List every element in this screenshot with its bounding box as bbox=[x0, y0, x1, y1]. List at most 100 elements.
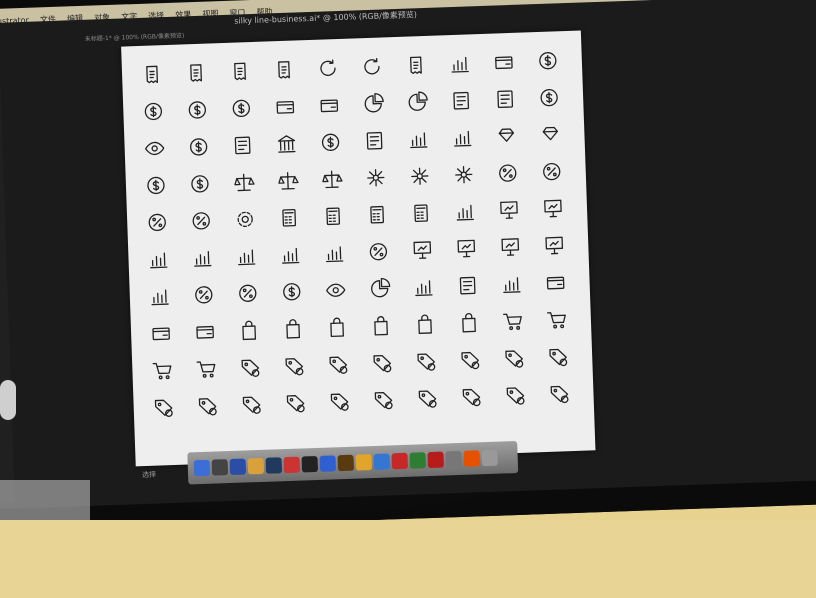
card-remove-2-icon[interactable] bbox=[182, 312, 227, 351]
photoshop-icon[interactable] bbox=[265, 457, 283, 474]
bars-line-icon[interactable] bbox=[312, 233, 357, 272]
refresh-icon[interactable] bbox=[305, 49, 350, 88]
launchpad-icon[interactable] bbox=[211, 459, 229, 476]
tag-lock-icon[interactable] bbox=[405, 378, 450, 417]
finder-icon[interactable] bbox=[193, 459, 211, 477]
terminal-icon[interactable] bbox=[301, 455, 319, 473]
yen-coins-icon[interactable] bbox=[219, 89, 264, 128]
bars-dashed-icon[interactable] bbox=[401, 267, 446, 306]
tag-minus-icon[interactable] bbox=[449, 377, 494, 416]
cards-icon[interactable] bbox=[481, 42, 526, 81]
chrome-2-icon[interactable] bbox=[409, 452, 426, 469]
idea-dollar-icon[interactable] bbox=[177, 164, 222, 203]
menu-item-object[interactable]: 对象 bbox=[94, 12, 110, 24]
bank-icon[interactable] bbox=[264, 124, 309, 163]
hand-diamond-icon[interactable] bbox=[528, 115, 573, 154]
cart-remove-icon[interactable] bbox=[140, 351, 185, 390]
trash-icon[interactable] bbox=[481, 449, 498, 467]
dollar-coin-icon[interactable] bbox=[308, 123, 353, 162]
table-chart-icon[interactable] bbox=[180, 238, 225, 277]
bag-minus-icon[interactable] bbox=[270, 309, 315, 348]
card-remove-icon[interactable] bbox=[533, 263, 578, 302]
chart-dashed-icon[interactable] bbox=[489, 264, 534, 303]
network-user-icon[interactable] bbox=[397, 156, 442, 195]
tag-warning-icon[interactable] bbox=[536, 337, 581, 376]
network-icon[interactable] bbox=[353, 158, 398, 197]
tag-refresh-icon[interactable] bbox=[141, 388, 186, 427]
firefox-icon[interactable] bbox=[463, 450, 480, 467]
tag-star-icon[interactable] bbox=[229, 384, 274, 423]
bag-x-icon[interactable] bbox=[358, 306, 403, 345]
percent-circle-icon[interactable] bbox=[529, 152, 574, 191]
cart-icon[interactable] bbox=[490, 301, 535, 340]
bag-plus-icon[interactable] bbox=[314, 307, 359, 346]
scales-icon[interactable] bbox=[221, 163, 266, 202]
menu-item-effect[interactable]: 效果 bbox=[175, 9, 191, 21]
menu-item-illustrator[interactable]: Illustrator bbox=[0, 16, 29, 26]
bag-download-icon[interactable] bbox=[446, 303, 491, 342]
presentation-org-icon[interactable] bbox=[530, 189, 575, 228]
pinwheel-icon[interactable] bbox=[373, 453, 391, 470]
line-chart-icon[interactable] bbox=[437, 44, 482, 83]
euro-receipt-icon[interactable] bbox=[173, 53, 218, 92]
gavel-icon[interactable] bbox=[265, 161, 310, 200]
menu-item-type[interactable]: 文字 bbox=[121, 11, 137, 23]
presentation-search-icon[interactable] bbox=[444, 229, 489, 268]
settings-gear-icon[interactable] bbox=[223, 200, 268, 239]
line-graph-icon[interactable] bbox=[442, 192, 487, 231]
menu-item-edit[interactable]: 编辑 bbox=[67, 13, 83, 25]
chat-dashed-icon[interactable] bbox=[445, 266, 490, 305]
people-money-icon[interactable] bbox=[483, 79, 528, 118]
bag-icon[interactable] bbox=[226, 311, 271, 350]
tag-edit-icon[interactable] bbox=[492, 338, 537, 377]
pinterest-icon[interactable] bbox=[391, 452, 409, 470]
tag-icon[interactable] bbox=[228, 347, 273, 386]
percent-badge-2-icon[interactable] bbox=[179, 201, 224, 240]
calculator-3-icon[interactable] bbox=[354, 195, 399, 234]
menu-item-view[interactable]: 视图 bbox=[202, 8, 218, 20]
person-money-icon[interactable] bbox=[439, 81, 484, 120]
pie-chart-2-icon[interactable] bbox=[395, 83, 440, 122]
percent-badge-icon[interactable] bbox=[135, 203, 180, 242]
eye-icon[interactable] bbox=[132, 129, 177, 168]
media-icon[interactable] bbox=[319, 455, 337, 472]
abacus-icon[interactable] bbox=[398, 193, 443, 232]
illustrator-icon[interactable] bbox=[337, 454, 355, 472]
growth-chart-icon[interactable] bbox=[396, 119, 441, 158]
area-chart-icon[interactable] bbox=[224, 237, 269, 276]
pound-receipt-icon[interactable] bbox=[217, 52, 262, 91]
document-tab[interactable]: 未标题-1* @ 100% (RGB/像素预览) bbox=[85, 30, 185, 42]
presentation-line-icon[interactable] bbox=[400, 230, 445, 269]
menu-item-file[interactable]: 文件 bbox=[40, 14, 56, 26]
invoice-icon[interactable] bbox=[220, 126, 265, 165]
decline-chart-icon[interactable] bbox=[440, 118, 485, 157]
tag-download-icon[interactable] bbox=[493, 375, 538, 414]
preview-icon[interactable] bbox=[445, 450, 462, 468]
tag-heart-icon[interactable] bbox=[185, 386, 230, 425]
yen-receipt-icon[interactable] bbox=[129, 55, 174, 94]
rotate-icon[interactable] bbox=[349, 47, 394, 86]
artboard[interactable] bbox=[121, 30, 596, 467]
shield-dollar-icon[interactable] bbox=[133, 166, 178, 205]
tag-plus-icon[interactable] bbox=[273, 383, 318, 422]
question-network-icon[interactable] bbox=[441, 155, 486, 194]
bars-icon[interactable] bbox=[268, 235, 313, 274]
percent-frame-icon[interactable] bbox=[181, 275, 226, 314]
dollar-search-icon[interactable] bbox=[176, 127, 221, 166]
dollar-dashed-icon[interactable] bbox=[269, 272, 314, 311]
pie-dashed-icon[interactable] bbox=[357, 269, 402, 308]
dollar-coins-icon[interactable] bbox=[525, 41, 570, 80]
org-chart-icon[interactable] bbox=[137, 277, 182, 316]
scale-weight-icon[interactable] bbox=[309, 160, 354, 199]
receipt-icon[interactable] bbox=[393, 46, 438, 85]
percent-icon[interactable] bbox=[485, 153, 530, 192]
tags-icon[interactable] bbox=[272, 346, 317, 385]
chrome-icon[interactable] bbox=[247, 457, 265, 475]
translate-icon[interactable] bbox=[283, 456, 301, 474]
cart-plus-icon[interactable] bbox=[534, 300, 579, 339]
s-app-icon[interactable] bbox=[229, 458, 247, 476]
eye-dashed-icon[interactable] bbox=[313, 270, 358, 309]
tag-search-icon[interactable] bbox=[448, 340, 493, 379]
tag-check-icon[interactable] bbox=[316, 344, 361, 383]
sketch-icon[interactable] bbox=[355, 454, 373, 471]
